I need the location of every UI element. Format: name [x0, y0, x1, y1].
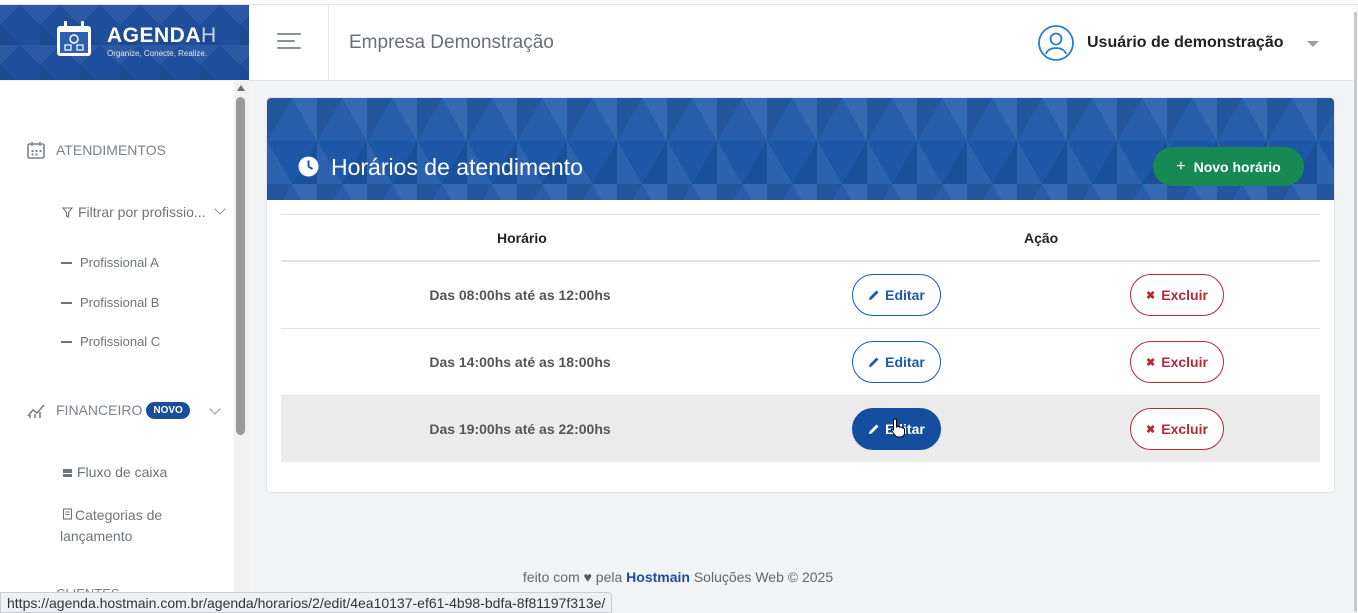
sidebar-item-label: Categorias de lançamento: [60, 507, 163, 544]
sidebar-item-label: FINANCEIRO: [56, 402, 143, 418]
sidebar-item-professional-b[interactable]: Profissional B: [61, 295, 159, 310]
clock-icon: [298, 156, 319, 177]
edit-label: Editar: [885, 287, 925, 303]
delete-label: Excluir: [1161, 421, 1208, 437]
delete-button[interactable]: ✖ Excluir: [1130, 274, 1224, 316]
brand-tagline: Organize, Conecte, Realize.: [107, 49, 208, 58]
footer-suffix: Soluções Web © 2025: [693, 569, 834, 585]
dash-icon: [61, 340, 72, 343]
sidebar-item-financeiro[interactable]: FINANCEIRO NOVO: [26, 400, 190, 420]
calendar-logo-icon: [57, 21, 91, 56]
brand-name-suffix: H: [201, 24, 217, 47]
menu-toggle-icon[interactable]: [277, 33, 301, 51]
table-row-time: Das 08:00hs até as 12:00hs: [429, 287, 611, 303]
table-top-border: [281, 214, 1320, 215]
delete-label: Excluir: [1161, 287, 1208, 303]
column-header-acao: Ação: [1024, 230, 1059, 246]
close-icon: ✖: [1146, 289, 1156, 302]
header-divider: [328, 5, 329, 80]
pencil-icon: [869, 424, 879, 434]
link-status-bar: https://agenda.hostmain.com.br/agenda/ho…: [0, 592, 613, 613]
hand-cursor-icon: [890, 418, 905, 438]
dash-icon: [61, 301, 72, 304]
sidebar-item-professional-a[interactable]: Profissional A: [61, 255, 159, 270]
row-divider: [281, 395, 1320, 396]
table-row-time: Das 14:00hs até as 18:00hs: [429, 354, 611, 370]
edit-button[interactable]: Editar: [852, 274, 941, 316]
company-name: Empresa Demonstração: [349, 32, 554, 53]
sidebar-item-label: ATENDIMENTOS: [56, 142, 166, 158]
document-icon: [62, 508, 73, 520]
sidebar-item-fluxo-caixa[interactable]: Fluxo de caixa: [62, 464, 167, 480]
new-badge: NOVO: [146, 401, 190, 419]
brand-logo[interactable]: AGENDAH Organize, Conecte, Realize.: [0, 5, 249, 80]
sidebar-scrollbar-thumb[interactable]: [236, 97, 245, 435]
edit-button[interactable]: Editar: [852, 341, 941, 383]
edit-label: Editar: [885, 354, 925, 370]
footer-brand-link[interactable]: Hostmain: [626, 569, 690, 585]
user-avatar-icon[interactable]: [1037, 24, 1075, 62]
new-schedule-button[interactable]: + Novo horário: [1153, 147, 1304, 186]
delete-button[interactable]: ✖ Excluir: [1130, 341, 1224, 383]
column-header-horario: Horário: [497, 230, 547, 246]
sidebar-item-label: Profissional B: [80, 295, 160, 310]
user-name[interactable]: Usuário de demonstração: [1087, 34, 1284, 52]
delete-label: Excluir: [1161, 354, 1208, 370]
delete-button[interactable]: ✖ Excluir: [1130, 408, 1224, 450]
sidebar-item-atendimentos[interactable]: ATENDIMENTOS: [26, 140, 166, 160]
calendar-icon: [27, 142, 45, 159]
cash-register-icon: [63, 468, 72, 477]
heart-icon: ♥: [583, 569, 592, 585]
sidebar-item-label: Profissional C: [80, 334, 161, 349]
row-divider: [281, 328, 1320, 329]
sidebar-item-label: Fluxo de caixa: [77, 464, 168, 480]
filter-icon: [62, 206, 73, 218]
footer-prefix: feito com: [522, 569, 580, 585]
dash-icon: [61, 261, 72, 264]
scroll-up-arrow-icon[interactable]: [237, 85, 245, 91]
page-title: Horários de atendimento: [331, 154, 583, 180]
filter-professional[interactable]: Filtrar por profissio...: [62, 204, 206, 220]
sidebar-item-label: Profissional A: [80, 255, 159, 270]
plus-icon: +: [1176, 157, 1186, 175]
page-scrollbar-thumb[interactable]: [1354, 12, 1357, 612]
sidebar-item-categorias[interactable]: Categorias de lançamento: [60, 505, 190, 547]
top-header: Empresa Demonstração Usuário de demonstr…: [249, 5, 1353, 81]
user-menu-caret-icon[interactable]: [1307, 41, 1319, 47]
footer-middle: pela: [595, 569, 623, 585]
table-row-time: Das 19:00hs até as 22:00hs: [429, 421, 611, 437]
close-icon: ✖: [1146, 423, 1156, 436]
new-schedule-label: Novo horário: [1193, 158, 1281, 175]
filter-label: Filtrar por profissio...: [78, 204, 206, 220]
chart-trend-icon: [27, 404, 45, 418]
sidebar-item-professional-c[interactable]: Profissional C: [61, 334, 160, 349]
close-icon: ✖: [1146, 356, 1156, 369]
pencil-icon: [869, 290, 879, 300]
table-header-border: [281, 260, 1320, 262]
brand-name: AGENDAH: [107, 24, 217, 47]
pencil-icon: [869, 357, 879, 367]
footer: feito com ♥ pela Hostmain Soluções Web ©…: [249, 569, 1107, 585]
